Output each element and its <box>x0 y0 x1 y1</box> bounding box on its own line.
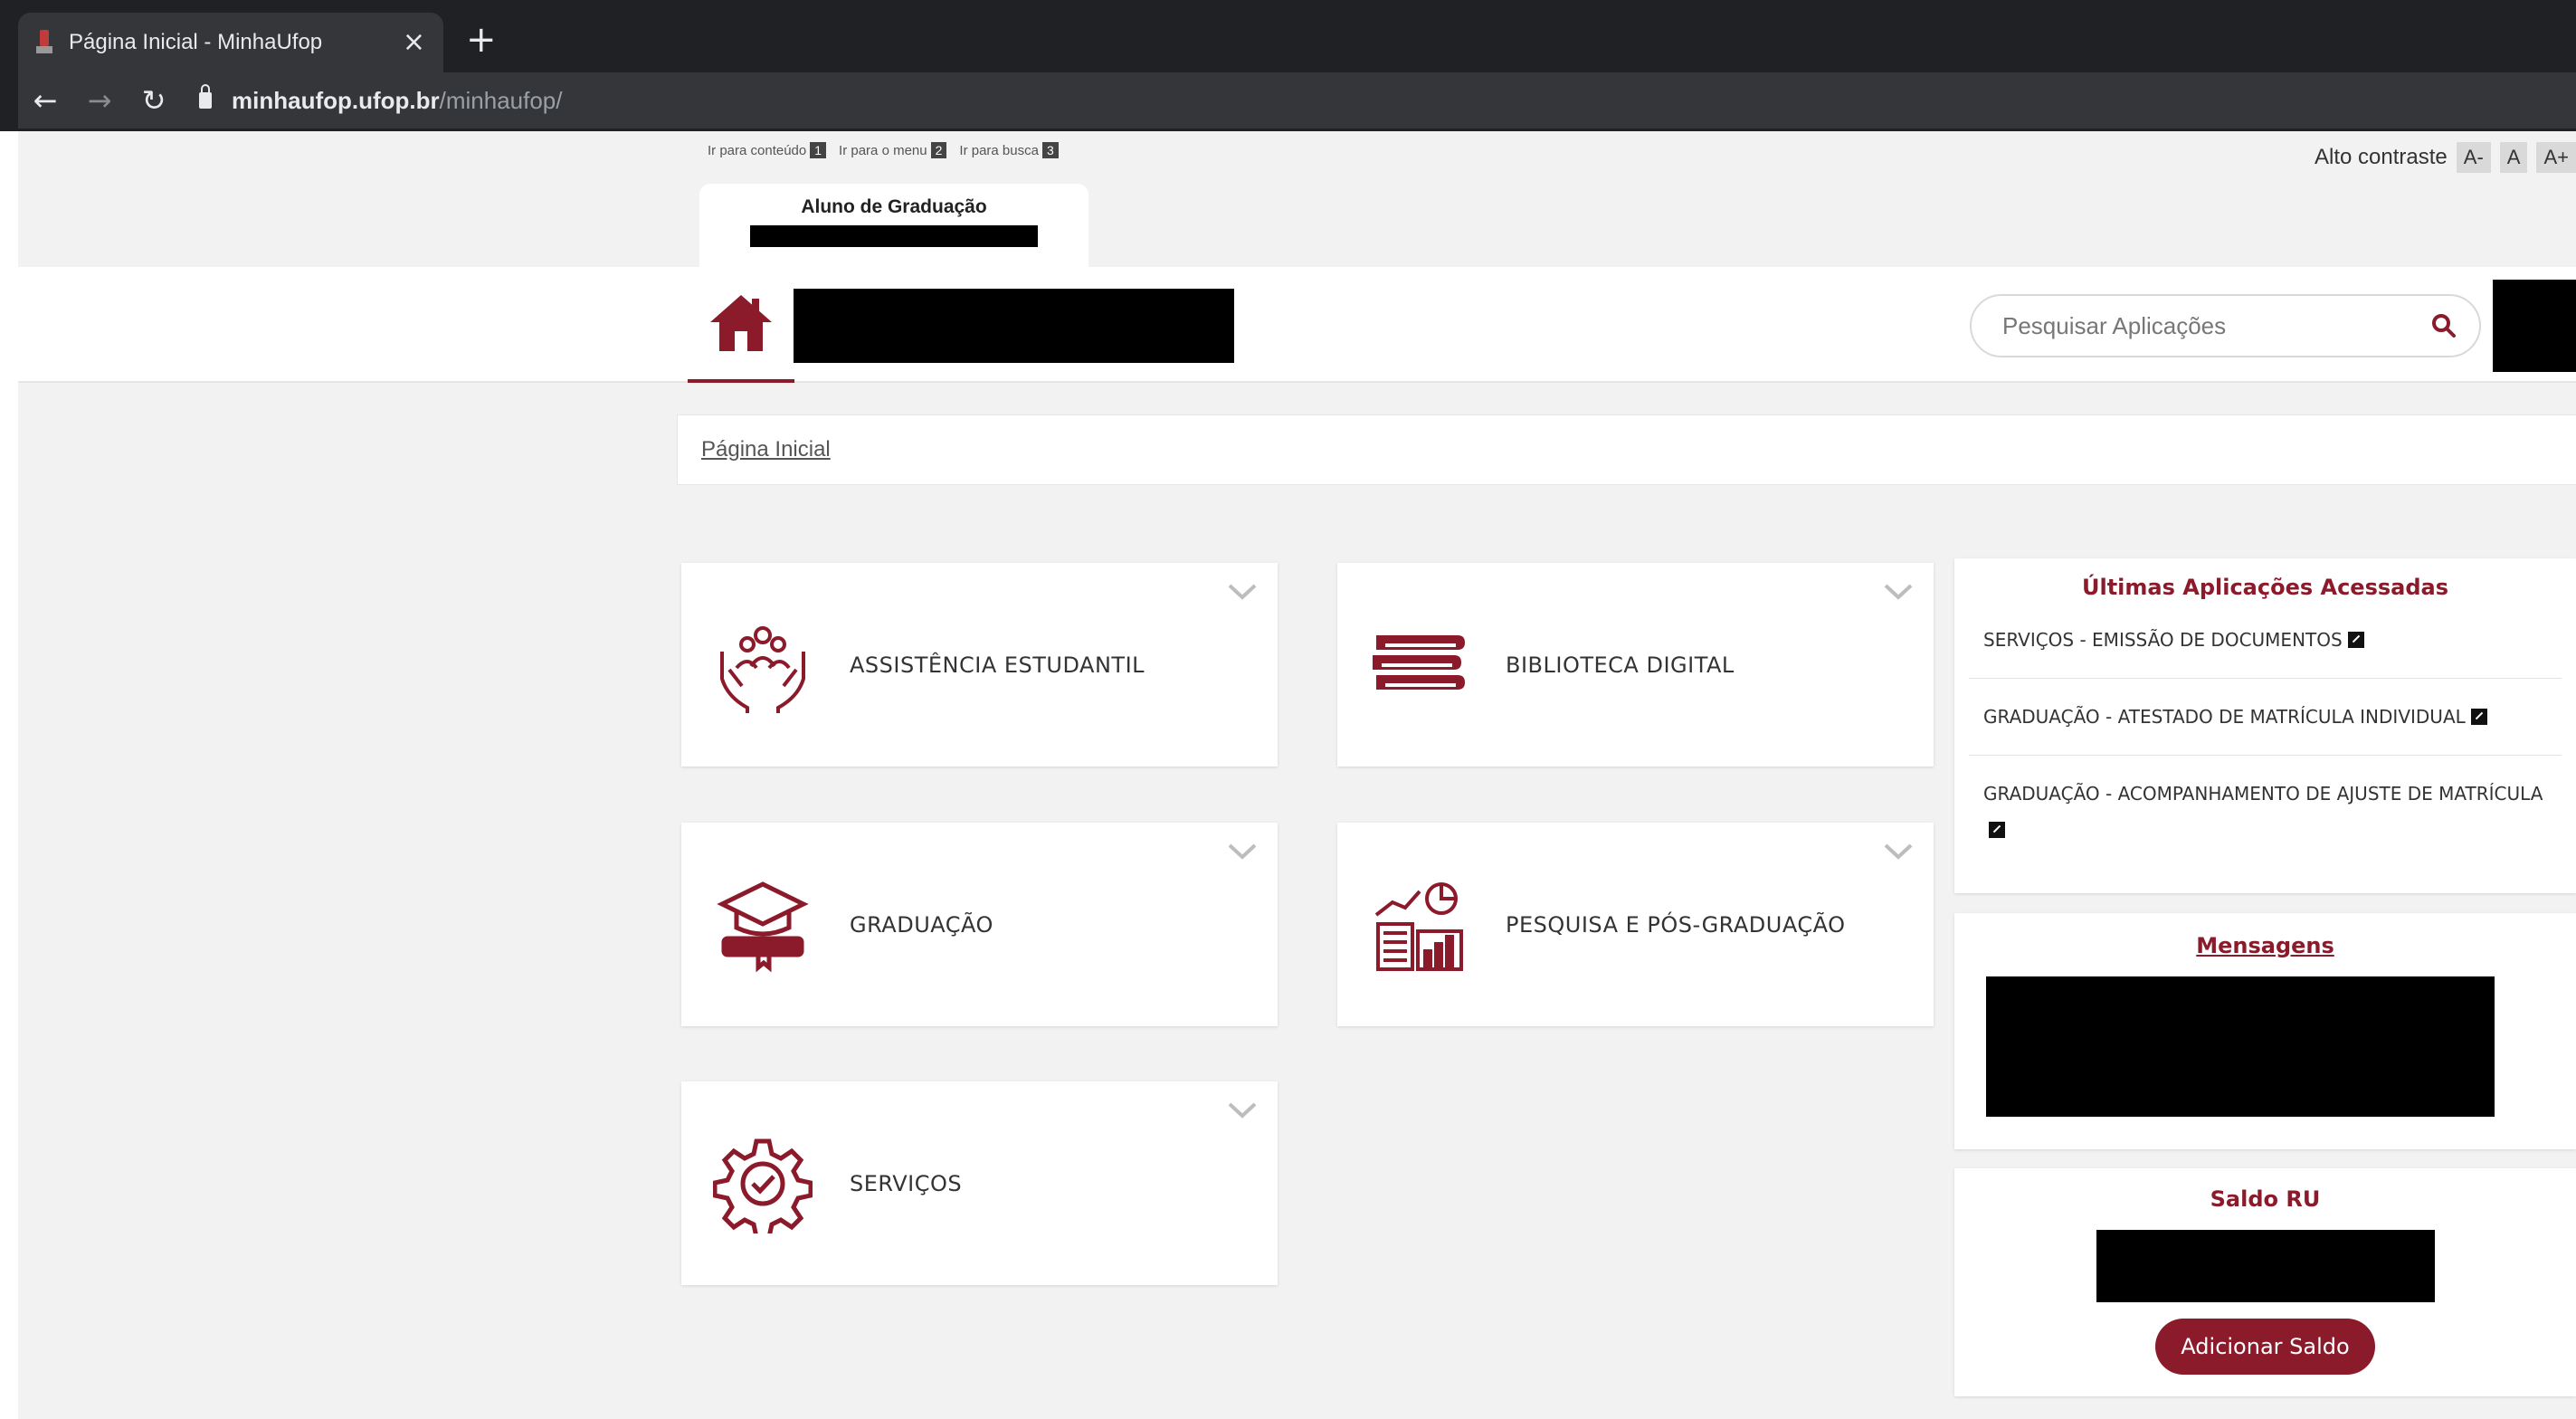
browser-chrome: Página Inicial - MinhaUfop × + ← → ↻ min… <box>0 0 2576 131</box>
add-balance-button[interactable]: Adicionar Saldo <box>2155 1319 2375 1375</box>
research-chart-icon <box>1364 871 1473 979</box>
app-header <box>18 267 2576 383</box>
skip-link-search[interactable]: Ir para busca 3 <box>959 142 1059 158</box>
recent-apps-panel: Últimas Aplicações Acessadas SERVIÇOS - … <box>1954 558 2576 893</box>
chevron-down-icon[interactable] <box>1883 583 1914 601</box>
font-decrease-button[interactable]: A- <box>2456 142 2491 173</box>
graduation-cap-icon <box>708 871 817 979</box>
external-link-icon <box>1989 822 2005 838</box>
forward-arrow-icon[interactable]: → <box>72 83 127 118</box>
user-role: Aluno de Graduação <box>801 196 987 217</box>
browser-tab[interactable]: Página Inicial - MinhaUfop × <box>18 13 443 72</box>
skip-link-menu[interactable]: Ir para o menu 2 <box>839 142 947 158</box>
redacted-balance <box>2096 1230 2435 1302</box>
user-profile-tab[interactable]: Aluno de Graduação <box>699 184 1088 267</box>
external-link-icon <box>2470 709 2487 725</box>
skip-link-key: 3 <box>1041 142 1059 158</box>
hands-people-icon <box>708 611 817 719</box>
address-bar[interactable]: minhaufop.ufop.br/minhaufop/ <box>199 84 563 115</box>
redacted-app-title <box>794 289 1234 363</box>
ru-balance-title: Saldo RU <box>2210 1186 2321 1212</box>
accessibility-controls: Alto contraste A- A A+ <box>2315 142 2576 173</box>
card-biblioteca-digital[interactable]: BIBLIOTECA DIGITAL <box>1337 563 1934 767</box>
lock-icon <box>199 84 212 109</box>
skip-link-label: Ir para o menu <box>839 142 927 158</box>
font-increase-button[interactable]: A+ <box>2536 142 2576 173</box>
skip-links: Ir para conteúdo 1 Ir para o menu 2 Ir par… <box>708 142 1059 158</box>
recent-app-link[interactable]: SERVIÇOS - EMISSÃO DE DOCUMENTOS <box>1954 613 2576 678</box>
top-bar: Ir para conteúdo 1 Ir para o menu 2 Ir par… <box>18 131 2576 267</box>
breadcrumb-home-link[interactable]: Página Inicial <box>701 437 831 462</box>
skip-link-label: Ir para busca <box>959 142 1039 158</box>
skip-link-label: Ir para conteúdo <box>708 142 807 158</box>
recent-app-label: GRADUAÇÃO - ATESTADO DE MATRÍCULA INDIVI… <box>1983 706 2466 728</box>
font-reset-button[interactable]: A <box>2499 142 2528 173</box>
redacted-messages <box>1986 976 2495 1117</box>
tab-title: Página Inicial - MinhaUfop <box>69 30 323 54</box>
card-pesquisa-pos-graduacao[interactable]: PESQUISA E PÓS-GRADUAÇÃO <box>1337 823 1934 1026</box>
chevron-down-icon[interactable] <box>1227 583 1258 601</box>
tab-bar: Página Inicial - MinhaUfop × + <box>18 13 2576 72</box>
chevron-down-icon[interactable] <box>1227 1101 1258 1119</box>
external-link-icon <box>2347 632 2364 648</box>
recent-app-label: SERVIÇOS - EMISSÃO DE DOCUMENTOS <box>1983 629 2343 651</box>
url-host: minhaufop.ufop.br <box>232 86 440 114</box>
card-label: ASSISTÊNCIA ESTUDANTIL <box>850 652 1145 678</box>
skip-link-key: 2 <box>930 142 947 158</box>
messages-title[interactable]: Mensagens <box>1954 933 2576 958</box>
skip-link-content[interactable]: Ir para conteúdo 1 <box>708 142 827 158</box>
favicon-icon <box>36 30 52 55</box>
messages-panel: Mensagens <box>1954 913 2576 1149</box>
skip-link-key: 1 <box>810 142 827 158</box>
books-icon <box>1364 611 1473 719</box>
url-path: /minhaufop/ <box>439 86 563 114</box>
redacted-user-avatar <box>2493 280 2576 372</box>
chevron-down-icon[interactable] <box>1883 843 1914 861</box>
back-arrow-icon[interactable]: ← <box>18 83 72 118</box>
recent-app-label: GRADUAÇÃO - ACOMPANHAMENTO DE AJUSTE DE … <box>1983 783 2543 805</box>
search-icon[interactable] <box>2430 312 2457 339</box>
recent-app-link[interactable]: GRADUAÇÃO - ATESTADO DE MATRÍCULA INDIVI… <box>1954 679 2576 755</box>
ru-balance-panel: Saldo RU Adicionar Saldo <box>1954 1168 2576 1396</box>
browser-navbar: ← → ↻ minhaufop.ufop.br/minhaufop/ <box>18 72 2576 129</box>
tab-close-icon[interactable]: × <box>403 29 425 56</box>
card-assistencia-estudantil[interactable]: ASSISTÊNCIA ESTUDANTIL <box>681 563 1278 767</box>
gear-check-icon <box>708 1129 817 1238</box>
card-label: BIBLIOTECA DIGITAL <box>1506 652 1735 678</box>
high-contrast-toggle[interactable]: Alto contraste <box>2315 145 2448 170</box>
page: Ir para conteúdo 1 Ir para o menu 2 Ir par… <box>18 131 2576 1419</box>
card-graduacao[interactable]: GRADUAÇÃO <box>681 823 1278 1026</box>
search-box <box>1970 294 2481 357</box>
new-tab-button[interactable]: + <box>466 22 497 58</box>
home-tab[interactable] <box>688 267 794 383</box>
recent-app-link[interactable]: GRADUAÇÃO - ACOMPANHAMENTO DE AJUSTE DE … <box>1954 756 2576 848</box>
card-servicos[interactable]: SERVIÇOS <box>681 1081 1278 1285</box>
card-label: SERVIÇOS <box>850 1170 963 1196</box>
breadcrumb: Página Inicial <box>677 414 2576 485</box>
card-label: GRADUAÇÃO <box>850 911 993 938</box>
home-icon <box>710 295 772 351</box>
card-label: PESQUISA E PÓS-GRADUAÇÃO <box>1506 911 1846 938</box>
reload-icon[interactable]: ↻ <box>127 83 181 118</box>
redacted-user-name <box>750 225 1038 247</box>
search-input[interactable] <box>2002 311 2430 340</box>
chevron-down-icon[interactable] <box>1227 843 1258 861</box>
recent-apps-title: Últimas Aplicações Acessadas <box>2081 575 2449 600</box>
